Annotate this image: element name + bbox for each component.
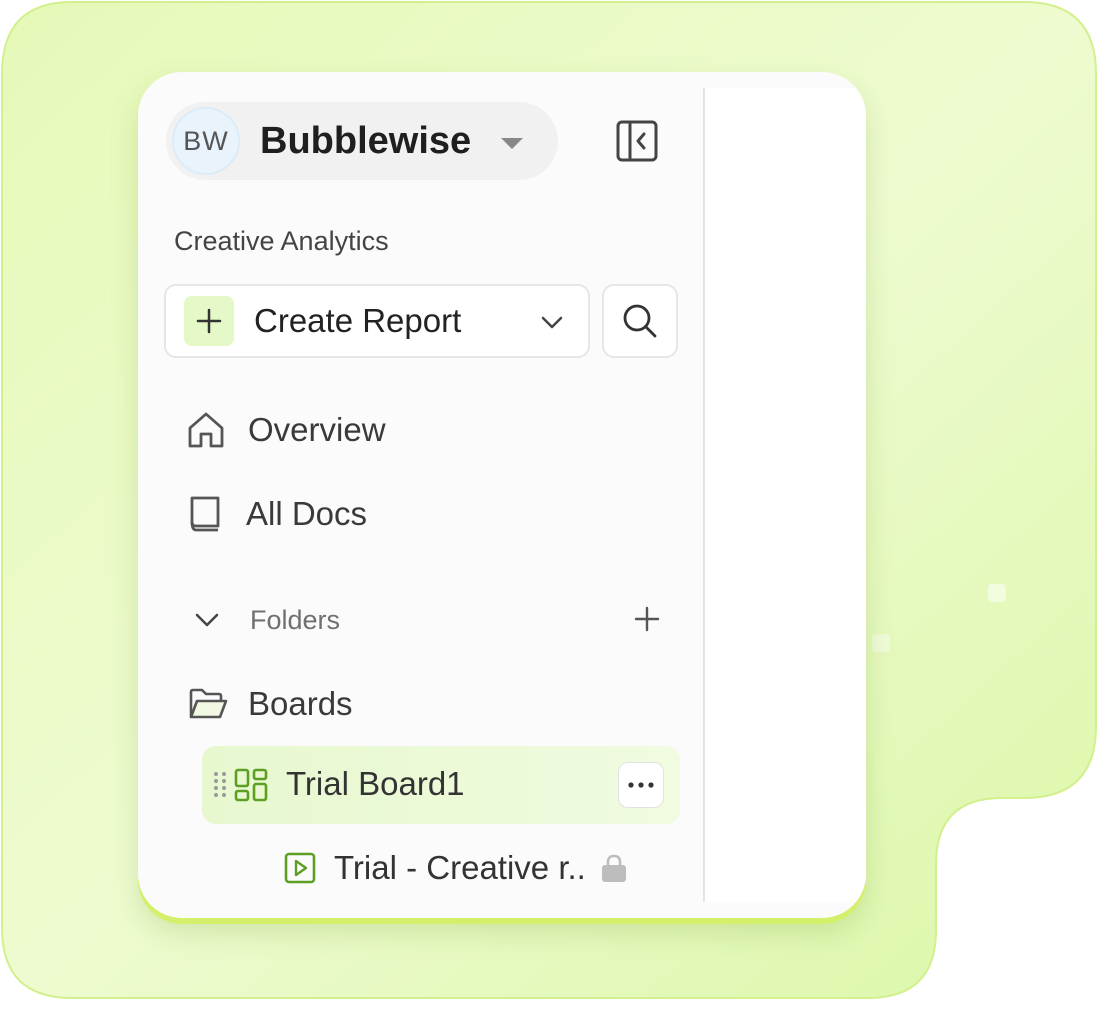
plus-icon xyxy=(634,606,660,632)
search-icon xyxy=(623,304,657,338)
sidebar-window: BW Bubblewise Creative Analytics Create … xyxy=(138,72,866,918)
search-button[interactable] xyxy=(602,284,678,358)
home-icon xyxy=(188,412,224,448)
nav-item-label: All Docs xyxy=(246,495,368,532)
add-folder-button[interactable] xyxy=(634,606,660,632)
lock-icon xyxy=(601,854,626,882)
report-item-label: Trial - Creative r.. xyxy=(334,849,586,886)
chevron-down-icon xyxy=(541,316,563,329)
play-square-icon xyxy=(284,852,316,884)
avatar: BW xyxy=(172,107,240,175)
nav-item-all-docs[interactable]: All Docs xyxy=(186,492,367,536)
folders-label: Folders xyxy=(250,604,341,635)
create-report-button[interactable]: Create Report xyxy=(164,284,590,358)
workspace-name: Bubblewise xyxy=(260,119,472,162)
drag-handle-icon[interactable] xyxy=(212,770,228,800)
book-icon xyxy=(190,496,220,532)
more-horizontal-icon xyxy=(628,782,654,788)
chevron-down-icon xyxy=(195,613,219,627)
board-item-label: Trial Board1 xyxy=(286,765,465,802)
folder-open-icon xyxy=(189,688,228,719)
nav-item-overview[interactable]: Overview xyxy=(186,408,386,452)
folders-toggle[interactable]: Folders xyxy=(194,604,340,636)
board-grid-icon xyxy=(234,768,268,802)
board-item-trial-board1[interactable]: Trial Board1 xyxy=(202,746,680,824)
nav-item-label: Overview xyxy=(248,411,386,448)
workspace-switcher[interactable]: BW Bubblewise xyxy=(166,102,558,180)
folder-item-boards[interactable]: Boards xyxy=(188,682,353,726)
plus-icon xyxy=(184,296,234,346)
folder-item-label: Boards xyxy=(248,685,353,722)
section-label: Creative Analytics xyxy=(174,226,389,256)
sidebar-collapse-button[interactable] xyxy=(616,120,658,162)
content-pane xyxy=(703,88,866,902)
sidebar-collapse-icon xyxy=(616,120,658,162)
board-more-button[interactable] xyxy=(618,762,664,808)
create-report-label: Create Report xyxy=(254,302,462,339)
report-item-trial-creative[interactable]: Trial - Creative r.. xyxy=(284,848,628,888)
caret-down-icon xyxy=(501,137,524,149)
